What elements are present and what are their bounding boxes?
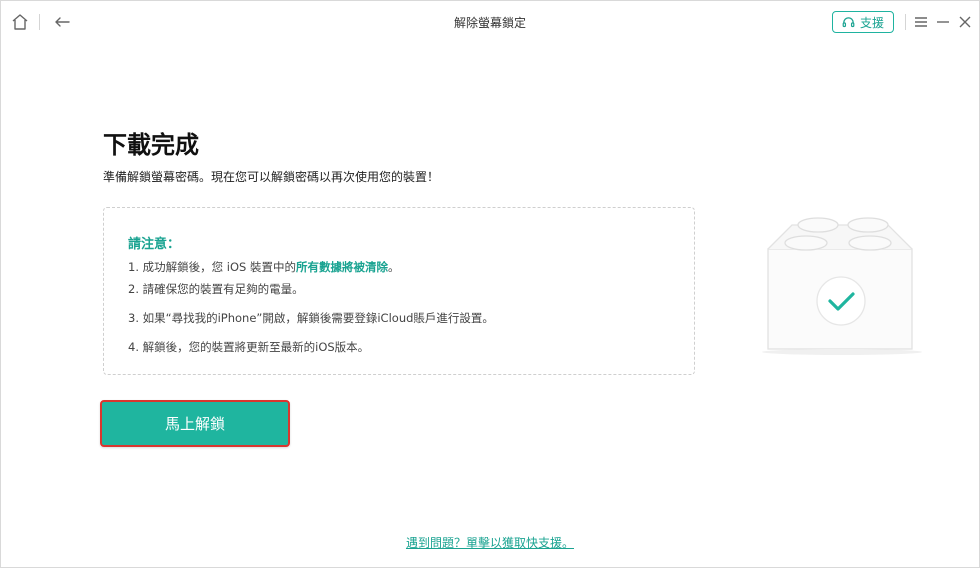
page-subtitle: 準備解鎖螢幕密碼。現在您可以解鎖密碼以再次使用您的裝置！: [103, 170, 440, 184]
notice-item: 2. 請確保您的裝置有足夠的電量。: [128, 282, 304, 296]
support-button[interactable]: 支援: [832, 11, 894, 33]
notice-item: 1. 成功解鎖後，您 iOS 裝置中的所有數據將被清除。: [128, 259, 399, 275]
titlebar-divider: [905, 14, 906, 30]
notice-item: 4. 解鎖後，您的裝置將更新至最新的iOS版本。: [128, 340, 370, 354]
close-icon[interactable]: [954, 11, 976, 33]
support-label: 支援: [859, 15, 884, 30]
success-block-illustration: [756, 209, 928, 361]
help-link[interactable]: 遇到問題？單擊以獲取快支援。: [1, 534, 979, 551]
unlock-now-button[interactable]: 馬上解鎖: [100, 400, 290, 447]
minimize-icon[interactable]: [932, 11, 954, 33]
notice-item: 3. 如果“尋找我的iPhone”開啟，解鎖後需要登錄iCloud賬戶進行設置。: [128, 311, 494, 325]
notice-title: 請注意：: [128, 237, 181, 252]
notice-item-text: 1. 成功解鎖後，您 iOS 裝置中的: [128, 260, 296, 274]
notice-item-highlight: 所有數據將被清除: [295, 260, 388, 274]
page-title: 下載完成: [103, 131, 199, 159]
hamburger-menu-icon[interactable]: [910, 11, 932, 33]
headset-icon: [842, 16, 855, 29]
notice-item-suffix: 。: [387, 260, 400, 274]
app-window: 解除螢幕鎖定 支援 下載完成 準備解鎖螢幕密碼。現在您可以解鎖密碼以再次使用您的…: [0, 0, 980, 568]
notice-box: 請注意： 1. 成功解鎖後，您 iOS 裝置中的所有數據將被清除。 2. 請確保…: [103, 207, 695, 375]
titlebar: 解除螢幕鎖定 支援: [1, 1, 979, 43]
